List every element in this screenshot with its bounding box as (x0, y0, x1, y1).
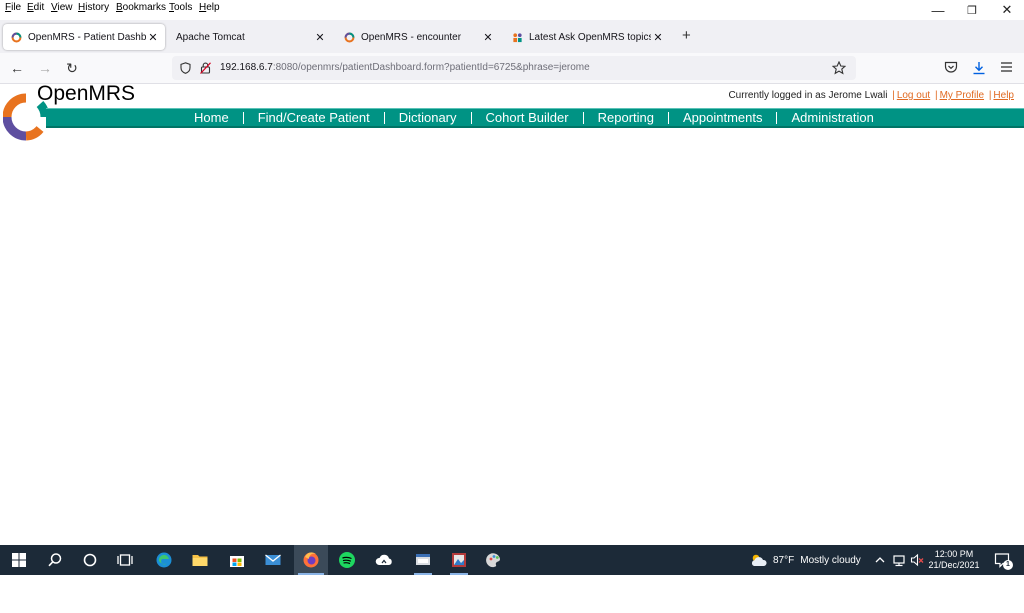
weather-desc: Mostly cloudy (800, 554, 861, 566)
logout-link[interactable]: Log out (897, 90, 930, 101)
nav-separator (383, 111, 385, 124)
menu-bar: File Edit View History Bookmarks Tools H… (0, 0, 1024, 17)
weather-temp: 87°F (773, 554, 795, 566)
clock-time: 12:00 PM (934, 549, 974, 559)
menu-tools[interactable]: Tools (169, 2, 192, 13)
clock-date: 21/Dec/2021 (928, 560, 980, 570)
tab-apache-tomcat[interactable]: Apache Tomcat ✕ (168, 24, 332, 50)
brand-name[interactable]: OpenMRS (37, 82, 135, 106)
tab-encounter[interactable]: OpenMRS - encounter ✕ (336, 24, 500, 50)
pocket-icon[interactable] (944, 61, 958, 74)
chevron-up-icon[interactable] (874, 551, 886, 569)
tab-label: Apache Tomcat (176, 31, 245, 43)
nav-separator (242, 111, 244, 124)
cortana-icon[interactable] (81, 551, 99, 569)
minimize-button[interactable]: — (921, 0, 955, 20)
notification-count-badge: 1 (1003, 560, 1013, 570)
tab-patient-dashboard[interactable]: OpenMRS - Patient Dashboard ✕ (3, 24, 165, 50)
app-taskbar-button[interactable] (410, 545, 436, 575)
taskbar: 87°F Mostly cloudy 12:00 PM 21/Dec/2021 … (0, 545, 1024, 575)
app-taskbar-button[interactable] (446, 545, 472, 575)
cloud-sync-icon[interactable] (375, 551, 393, 569)
screen-bottom-area (0, 575, 1024, 613)
nav-separator (582, 111, 584, 124)
clock[interactable]: 12:00 PM 21/Dec/2021 (924, 549, 984, 571)
network-icon[interactable] (892, 551, 906, 569)
menu-file[interactable]: File (5, 2, 21, 13)
bookmark-star-icon[interactable] (832, 61, 846, 75)
nav-dictionary[interactable]: Dictionary (399, 110, 457, 125)
openmrs-icon (11, 32, 22, 42)
tab-label: Latest Ask OpenMRS topics - O| (529, 31, 651, 43)
file-explorer-icon[interactable] (191, 551, 209, 569)
restore-button[interactable]: ❐ (955, 0, 989, 20)
firefox-taskbar-button[interactable] (294, 545, 328, 575)
search-icon[interactable] (46, 551, 64, 569)
url-text: 192.168.6.7:8080/openmrs/patientDashboar… (220, 62, 590, 73)
separator: | (892, 90, 895, 101)
close-tab-icon[interactable]: ✕ (481, 31, 495, 44)
tab-label: OpenMRS - encounter (361, 31, 462, 43)
screen: File Edit View History Bookmarks Tools H… (0, 0, 1024, 613)
task-view-icon[interactable] (116, 551, 134, 569)
navigation-bar: ← → ↻ 192.168.6.7:8080/openmrs/patientDa… (0, 53, 1024, 84)
main-navigation: Home Find/Create Patient Dictionary Coho… (46, 108, 1024, 128)
help-link[interactable]: Help (993, 90, 1014, 101)
menu-bookmarks[interactable]: Bookmarks (116, 2, 166, 13)
url-bar[interactable]: 192.168.6.7:8080/openmrs/patientDashboar… (172, 56, 856, 80)
close-tab-icon[interactable]: ✕ (146, 31, 160, 44)
nav-separator (667, 111, 669, 124)
mail-icon[interactable] (264, 551, 282, 569)
hamburger-menu-icon[interactable] (1000, 61, 1013, 73)
nav-administration[interactable]: Administration (791, 110, 873, 125)
user-bar: Currently logged in as Jerome Lwali | Log… (728, 90, 1014, 101)
my-profile-link[interactable]: My Profile (940, 90, 984, 101)
image-viewer-icon (452, 553, 466, 567)
menu-help[interactable]: Help (199, 2, 220, 13)
new-tab-button[interactable]: + (682, 27, 691, 44)
paint-icon[interactable] (485, 551, 503, 569)
edge-icon[interactable] (155, 551, 173, 569)
firefox-icon (303, 552, 319, 568)
close-window-button[interactable]: ✕ (990, 0, 1024, 20)
nav-home[interactable]: Home (194, 110, 229, 125)
cloud-icon (751, 554, 767, 566)
logged-in-text: Currently logged in as Jerome Lwali (728, 90, 888, 101)
back-button[interactable]: ← (8, 60, 26, 76)
weather-widget[interactable]: 87°F Mostly cloudy (750, 545, 861, 575)
nav-separator (470, 111, 472, 124)
nav-separator (776, 111, 778, 124)
window-app-icon (416, 554, 430, 565)
volume-muted-icon[interactable] (910, 551, 924, 569)
url-host: 192.168.6.7 (220, 62, 273, 73)
insecure-lock-icon[interactable] (200, 62, 211, 74)
spotify-icon[interactable] (338, 551, 356, 569)
nav-appointments[interactable]: Appointments (683, 110, 763, 125)
store-icon[interactable] (228, 551, 246, 569)
community-icon (513, 32, 522, 42)
menu-view[interactable]: View (51, 2, 73, 13)
close-tab-icon[interactable]: ✕ (313, 31, 327, 44)
url-path: :8080/openmrs/patientDashboard.form?pati… (272, 62, 590, 73)
separator: | (988, 90, 992, 101)
nav-reporting[interactable]: Reporting (598, 110, 654, 125)
menu-history[interactable]: History (78, 2, 109, 13)
tab-strip: OpenMRS - Patient Dashboard ✕ Apache Tom… (0, 20, 1024, 53)
forward-button[interactable]: → (36, 60, 54, 76)
tab-label: OpenMRS - Patient Dashboard (28, 31, 146, 43)
tab-ask-openmrs[interactable]: Latest Ask OpenMRS topics - O| ✕ (504, 24, 670, 50)
notification-center-button[interactable]: 1 (993, 551, 1013, 570)
reload-button[interactable]: ↻ (63, 60, 81, 77)
shield-icon[interactable] (180, 62, 191, 74)
downloads-icon[interactable] (972, 61, 986, 75)
nav-find-create-patient[interactable]: Find/Create Patient (258, 110, 370, 125)
windows-start-icon[interactable] (10, 551, 28, 569)
openmrs-icon (344, 32, 355, 42)
close-tab-icon[interactable]: ✕ (651, 31, 665, 44)
menu-edit[interactable]: Edit (27, 2, 44, 13)
separator: | (934, 90, 938, 101)
nav-cohort-builder[interactable]: Cohort Builder (486, 110, 569, 125)
